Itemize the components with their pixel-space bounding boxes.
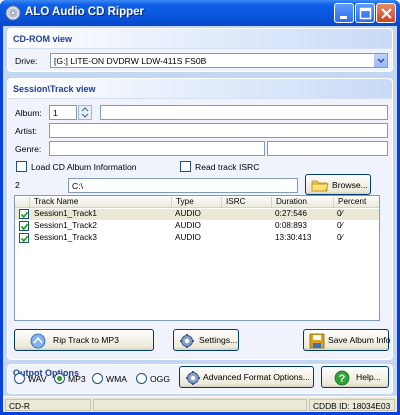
chevron-down-icon[interactable] (373, 54, 387, 67)
session-group: Session\Track view Album: 1 Artist: Genr… (7, 78, 393, 360)
format-label-ogg[interactable]: OGG (150, 374, 170, 384)
output-controls: WAV MP3 WMA OGG Advanced Format Options.… (12, 366, 392, 392)
column-track-name[interactable]: Track Name (29, 197, 171, 207)
track-name: Session1_Track2 (34, 221, 97, 230)
gear-icon (186, 371, 200, 385)
load-cd-label[interactable]: Load CD Album Information (31, 162, 137, 172)
settings-label: Settings... (199, 335, 238, 345)
status-middle (93, 399, 307, 411)
svg-text:?: ? (339, 373, 346, 385)
folder-icon (311, 180, 329, 192)
genre-field[interactable] (49, 141, 265, 156)
track-list[interactable]: Track Name Type ISRC Duration Percent Se… (14, 195, 380, 321)
advanced-format-button[interactable]: Advanced Format Options... (179, 366, 314, 388)
album-field[interactable] (100, 105, 388, 120)
path-value: C:\ (72, 181, 83, 191)
help-button[interactable]: ? Help... (321, 366, 389, 388)
format-label-wma[interactable]: WMA (106, 374, 127, 384)
track-percent: 0⁄ (337, 233, 343, 242)
path-label: 2 (15, 180, 20, 190)
column-type[interactable]: Type (171, 197, 221, 207)
advanced-format-label: Advanced Format Options... (203, 372, 310, 382)
column-isrc[interactable]: ISRC (221, 197, 271, 207)
track-checkbox[interactable] (19, 209, 29, 219)
track-percent: 0⁄ (337, 221, 343, 230)
help-label: Help... (356, 372, 381, 382)
column-percent[interactable]: Percent (333, 197, 379, 207)
save-icon (309, 333, 325, 349)
track-type: AUDIO (175, 221, 201, 230)
track-list-header: Track Name Type ISRC Duration Percent (15, 196, 379, 208)
status-media: CD-R (5, 399, 91, 411)
help-icon: ? (334, 370, 350, 386)
app-window: ALO Audio CD Ripper CD-ROM view Drive: [… (0, 0, 400, 415)
track-checkbox[interactable] (19, 221, 29, 231)
maximize-button[interactable] (355, 3, 375, 23)
cdrom-group: CD-ROM view Drive: [G:] LITE-ON DVDRW LD… (7, 28, 393, 72)
client-area: CD-ROM view Drive: [G:] LITE-ON DVDRW LD… (3, 26, 397, 412)
cd-app-icon (5, 5, 21, 21)
table-row[interactable]: Session1_Track1 AUDIO 0:27:546 0⁄ (15, 209, 379, 220)
browse-label: Browse... (332, 179, 368, 190)
rip-track-label: Rip Track to MP3 (53, 335, 119, 345)
drive-value: [G:] LITE-ON DVDRW LDW-411S FS0B (54, 56, 207, 66)
album-number-stepper[interactable] (78, 105, 92, 120)
session-heading: Session\Track view (8, 79, 392, 99)
album-label: Album: (15, 108, 42, 118)
track-checkbox[interactable] (19, 233, 29, 243)
track-duration: 13:30:413 (275, 233, 312, 242)
album-number: 1 (53, 108, 58, 118)
track-name: Session1_Track1 (34, 209, 97, 218)
format-radio-wav[interactable] (14, 373, 25, 384)
window-title: ALO Audio CD Ripper (25, 6, 145, 18)
track-name: Session1_Track3 (34, 233, 97, 242)
track-type: AUDIO (175, 233, 201, 242)
path-field[interactable]: C:\ (68, 178, 298, 193)
drive-label: Drive: (15, 56, 38, 66)
track-percent: 0⁄ (337, 209, 343, 218)
table-row[interactable]: Session1_Track2 AUDIO 0:08:893 0⁄ (15, 221, 379, 232)
settings-button[interactable]: Settings... (173, 329, 239, 351)
title-bar[interactable]: ALO Audio CD Ripper (0, 0, 400, 26)
status-bar: CD-R CDDB ID: 18034E03 (3, 396, 397, 412)
save-album-label: Save Album Info (328, 335, 391, 345)
table-row[interactable]: Session1_Track3 AUDIO 13:30:413 0⁄ (15, 233, 379, 244)
browse-button[interactable]: Browse... (305, 174, 371, 195)
save-album-button[interactable]: Save Album Info (303, 329, 391, 351)
artist-field[interactable] (49, 123, 388, 138)
track-duration: 0:27:546 (275, 209, 307, 218)
close-button[interactable] (376, 3, 396, 23)
minimize-button[interactable] (334, 3, 354, 23)
format-radio-ogg[interactable] (136, 373, 147, 384)
read-isrc-checkbox[interactable] (180, 161, 191, 172)
cdrom-heading: CD-ROM view (8, 29, 392, 49)
column-duration[interactable]: Duration (271, 197, 333, 207)
load-cd-checkbox[interactable] (16, 161, 27, 172)
read-isrc-label[interactable]: Read track ISRC (195, 162, 259, 172)
genre-label: Genre: (15, 144, 42, 154)
rip-track-button[interactable]: Rip Track to MP3 (14, 329, 154, 351)
format-radio-wma[interactable] (92, 373, 103, 384)
track-duration: 0:08:893 (275, 221, 307, 230)
drive-select[interactable]: [G:] LITE-ON DVDRW LDW-411S FS0B (50, 53, 388, 68)
format-label-wav[interactable]: WAV (28, 374, 47, 384)
format-radio-mp3[interactable] (54, 373, 65, 384)
genre-extra-field[interactable] (267, 141, 388, 156)
gear-icon (180, 334, 194, 348)
artist-label: Artist: (15, 126, 37, 136)
format-label-mp3[interactable]: MP3 (68, 374, 86, 384)
rip-icon (30, 333, 46, 349)
status-cddb: CDDB ID: 18034E03 (309, 399, 395, 411)
album-number-field[interactable]: 1 (49, 105, 77, 120)
track-type: AUDIO (175, 209, 201, 218)
